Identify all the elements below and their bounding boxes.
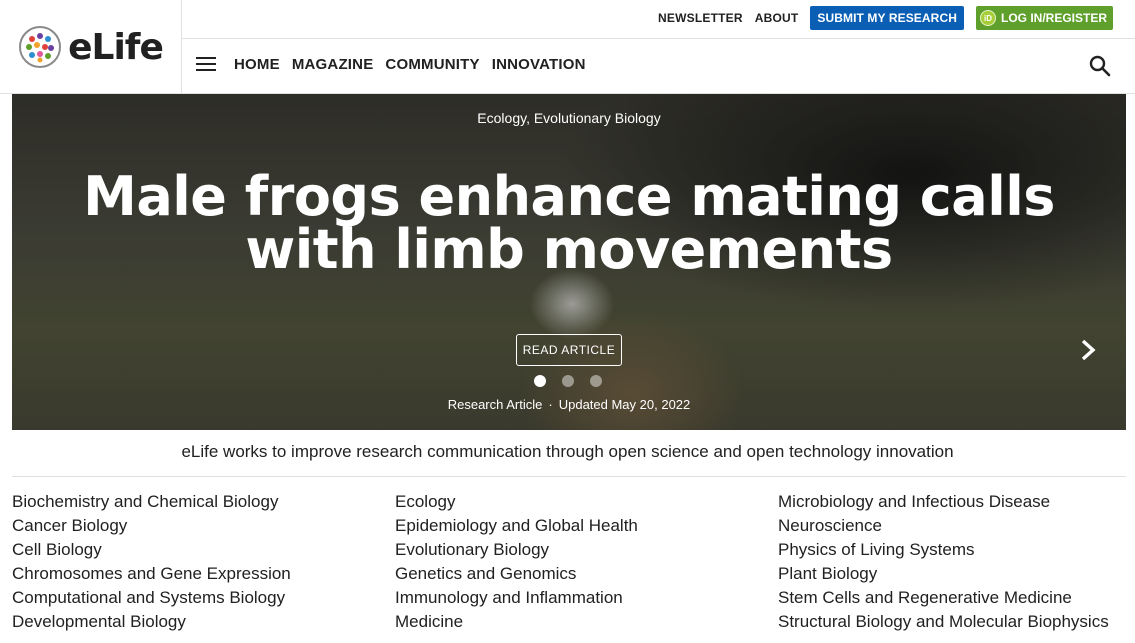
subject-link[interactable]: Biochemistry and Chemical Biology [12, 490, 291, 514]
newsletter-link[interactable]: NEWSLETTER [658, 11, 743, 25]
meta-separator: · [548, 397, 553, 412]
subject-link[interactable]: Physics of Living Systems [778, 538, 1109, 562]
subject-link[interactable]: Genetics and Genomics [395, 562, 638, 586]
nav-home[interactable]: HOME [234, 56, 280, 73]
carousel-dot-2[interactable] [562, 375, 574, 387]
subject-link[interactable]: Microbiology and Infectious Disease [778, 490, 1109, 514]
article-type: Research Article [447, 397, 543, 412]
subject-link[interactable]: Stem Cells and Regenerative Medicine [778, 586, 1109, 610]
subject-link[interactable]: Cancer Biology [12, 514, 291, 538]
carousel-dot-3[interactable] [590, 375, 602, 387]
subject-link[interactable]: Structural Biology and Molecular Biophys… [778, 610, 1109, 634]
hero-title[interactable]: Male frogs enhance mating calls with lim… [52, 170, 1086, 277]
chevron-right-icon[interactable] [1078, 338, 1098, 362]
tagline-divider [12, 476, 1126, 477]
nav-innovation[interactable]: INNOVATION [492, 56, 586, 73]
site-tagline: eLife works to improve research communic… [181, 442, 954, 461]
carousel-dot-1[interactable] [534, 375, 546, 387]
logo-text: eLife [68, 26, 164, 68]
subject-column-1: Biochemistry and Chemical Biology Cancer… [12, 490, 291, 634]
login-register-label: LOG IN/REGISTER [1000, 11, 1107, 25]
utility-links: NEWSLETTER ABOUT SUBMIT MY RESEARCH iD L… [658, 6, 1113, 30]
subject-link[interactable]: Evolutionary Biology [395, 538, 638, 562]
subject-column-2: Ecology Epidemiology and Global Health E… [395, 490, 638, 634]
subject-link[interactable]: Neuroscience [778, 514, 1109, 538]
about-link[interactable]: ABOUT [755, 11, 799, 25]
subject-link[interactable]: Plant Biology [778, 562, 1109, 586]
subject-column-3: Microbiology and Infectious Disease Neur… [778, 490, 1109, 634]
subject-link[interactable]: Immunology and Inflammation [395, 586, 638, 610]
logo-link[interactable]: eLife [0, 0, 182, 94]
subject-link[interactable]: Medicine [395, 610, 638, 634]
site-header: eLife NEWSLETTER ABOUT SUBMIT MY RESEARC… [0, 0, 1135, 94]
subject-link[interactable]: Chromosomes and Gene Expression [12, 562, 291, 586]
subject-link[interactable]: Ecology [395, 490, 638, 514]
login-register-button[interactable]: iD LOG IN/REGISTER [975, 6, 1113, 30]
hamburger-icon[interactable] [196, 56, 216, 72]
hero-carousel: Ecology, Evolutionary Biology Male frogs… [12, 94, 1126, 430]
elife-logo-icon [19, 26, 62, 68]
read-article-button[interactable]: READ ARTICLE [516, 334, 622, 366]
nav-magazine[interactable]: MAGAZINE [292, 56, 374, 73]
subject-link[interactable]: Cell Biology [12, 538, 291, 562]
header-divider [182, 38, 1135, 39]
article-updated-date: Updated May 20, 2022 [558, 397, 691, 412]
hero-meta: Research Article · Updated May 20, 2022 [12, 397, 1126, 412]
nav-community[interactable]: COMMUNITY [385, 56, 479, 73]
search-icon[interactable] [1089, 55, 1111, 77]
main-nav: HOME MAGAZINE COMMUNITY INNOVATION [196, 50, 598, 78]
subject-link[interactable]: Computational and Systems Biology [12, 586, 291, 610]
submit-research-button[interactable]: SUBMIT MY RESEARCH [810, 6, 964, 30]
subject-link[interactable]: Epidemiology and Global Health [395, 514, 638, 538]
orcid-icon: iD [979, 10, 996, 26]
subject-link[interactable]: Developmental Biology [12, 610, 291, 634]
carousel-dots [534, 375, 618, 387]
hero-subjects[interactable]: Ecology, Evolutionary Biology [12, 110, 1126, 126]
